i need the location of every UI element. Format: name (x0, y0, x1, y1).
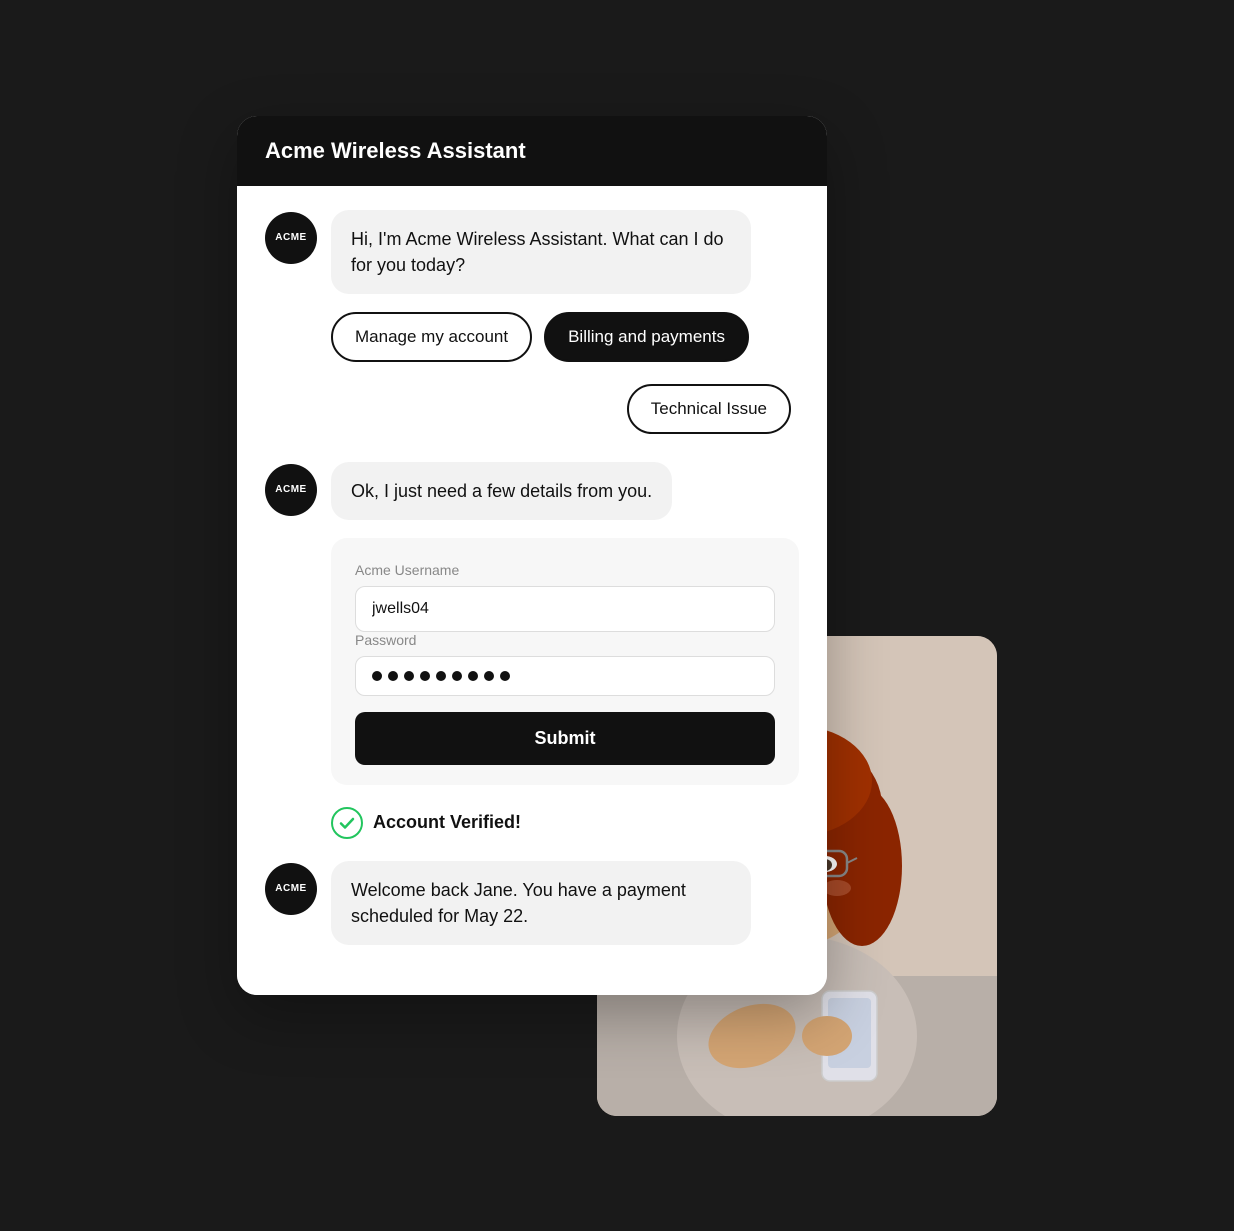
avatar-greeting: ACME (265, 212, 317, 264)
details-bubble: Ok, I just need a few details from you. (331, 462, 672, 520)
username-label: Acme Username (355, 562, 775, 578)
username-input[interactable] (355, 586, 775, 632)
options-row-2: Technical Issue (265, 384, 799, 434)
password-field (355, 656, 775, 696)
dot-7 (468, 671, 478, 681)
greeting-message-row: ACME Hi, I'm Acme Wireless Assistant. Wh… (265, 210, 799, 294)
avatar-welcome: ACME (265, 863, 317, 915)
dot-6 (452, 671, 462, 681)
manage-account-button[interactable]: Manage my account (331, 312, 532, 362)
dot-8 (484, 671, 494, 681)
technical-issue-button[interactable]: Technical Issue (627, 384, 791, 434)
chat-body: ACME Hi, I'm Acme Wireless Assistant. Wh… (237, 186, 827, 995)
details-message-row: ACME Ok, I just need a few details from … (265, 462, 799, 520)
chat-widget: Acme Wireless Assistant ACME Hi, I'm Acm… (237, 116, 827, 995)
chat-title: Acme Wireless Assistant (265, 138, 526, 163)
password-label: Password (355, 632, 775, 648)
dot-9 (500, 671, 510, 681)
verified-checkmark-icon (331, 807, 363, 839)
welcome-bubble: Welcome back Jane. You have a payment sc… (331, 861, 751, 945)
welcome-message-row: ACME Welcome back Jane. You have a payme… (265, 861, 799, 945)
verified-text: Account Verified! (373, 812, 521, 833)
dot-5 (436, 671, 446, 681)
verified-row: Account Verified! (331, 807, 799, 839)
dot-4 (420, 671, 430, 681)
login-form-card: Acme Username Password Submit (331, 538, 799, 785)
submit-button[interactable]: Submit (355, 712, 775, 765)
options-row-1: Manage my account Billing and payments (331, 312, 799, 362)
greeting-bubble: Hi, I'm Acme Wireless Assistant. What ca… (331, 210, 751, 294)
avatar-details: ACME (265, 464, 317, 516)
dot-2 (388, 671, 398, 681)
chat-header: Acme Wireless Assistant (237, 116, 827, 186)
dot-1 (372, 671, 382, 681)
billing-payments-button[interactable]: Billing and payments (544, 312, 749, 362)
dot-3 (404, 671, 414, 681)
